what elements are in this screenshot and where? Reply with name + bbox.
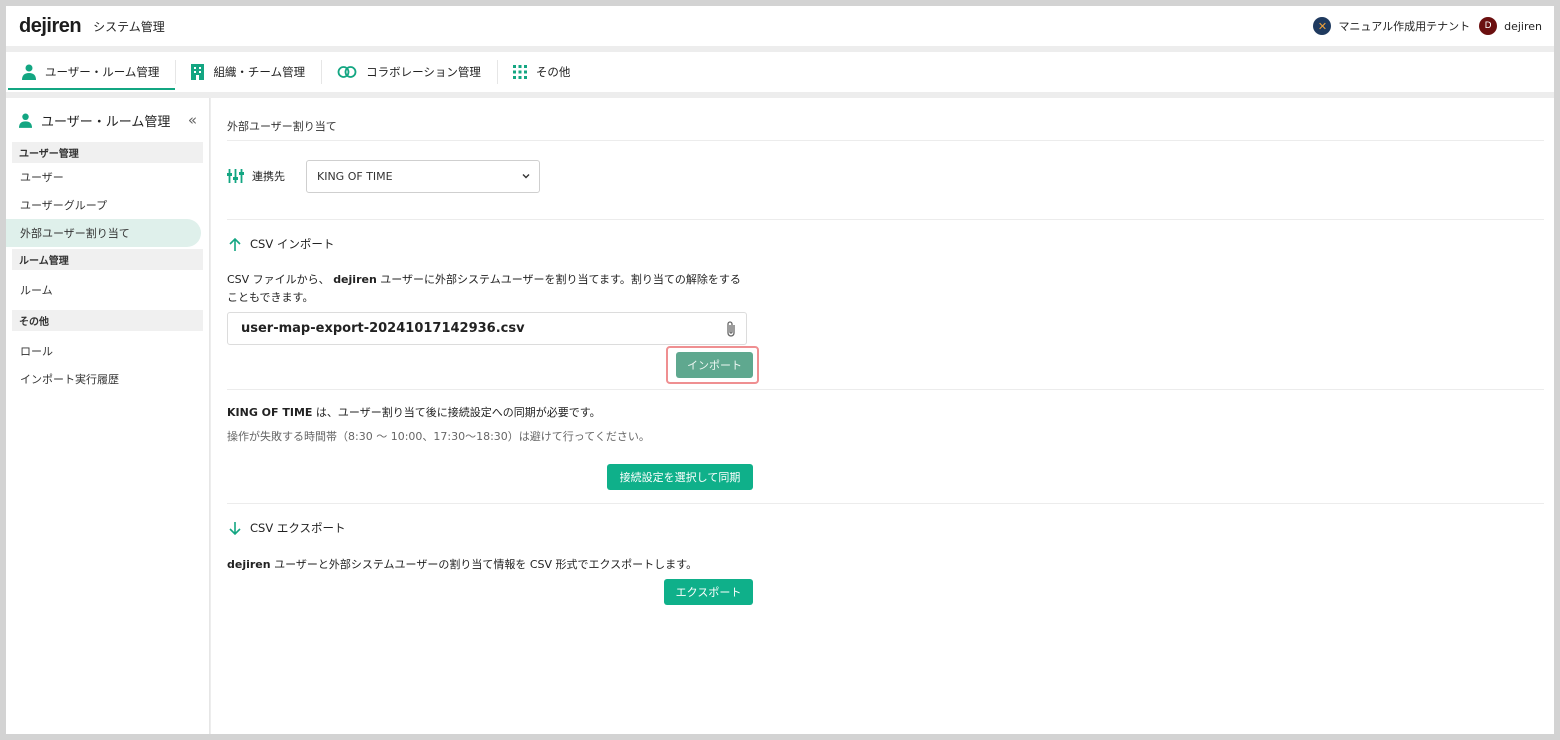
export-desc-text: ユーザーと外部システムユーザーの割り当て情報を CSV 形式でエクスポートします… [270, 558, 698, 571]
tab-other[interactable]: その他 [496, 52, 587, 92]
link-rings-icon [337, 66, 357, 78]
sidebar-section-user: ユーザー管理 [12, 142, 203, 163]
csv-export-title: CSV エクスポート [229, 520, 346, 536]
connection-selected-value: KING OF TIME [317, 170, 393, 183]
app-frame: dejiren システム管理 ✕ マニュアル作成用テナント D dejiren … [6, 6, 1554, 734]
connection-select[interactable]: KING OF TIME [306, 160, 540, 193]
desc-bold: dejiren [333, 273, 377, 286]
tab-label: コラボレーション管理 [366, 65, 481, 79]
sidebar-section-room: ルーム管理 [12, 249, 203, 270]
app-header: dejiren システム管理 ✕ マニュアル作成用テナント D dejiren [6, 6, 1554, 46]
person-icon [19, 113, 32, 128]
sidebar-item-external-user-assign[interactable]: 外部ユーザー割り当て [6, 219, 201, 247]
app-title: システム管理 [93, 19, 165, 34]
tab-collaboration[interactable]: コラボレーション管理 [321, 52, 497, 92]
tab-user-room[interactable]: ユーザー・ルーム管理 [6, 52, 176, 92]
connection-label-row: 連携先 [227, 168, 285, 184]
divider [227, 140, 1544, 141]
export-button[interactable]: エクスポート [664, 579, 753, 605]
sidebar-item-rooms[interactable]: ルーム [6, 276, 201, 304]
tenant-icon[interactable]: ✕ [1313, 17, 1332, 35]
sync-button[interactable]: 接続設定を選択して同期 [607, 464, 753, 490]
sync-note: KING OF TIME は、ユーザー割り当て後に接続設定への同期が必要です。 [227, 404, 601, 420]
tab-label: その他 [535, 65, 571, 79]
main-panel: 外部ユーザー割り当て 連携先 KING OF TIME CSV インポート CS… [211, 98, 1554, 734]
sidebar-item-user-groups[interactable]: ユーザーグループ [6, 191, 201, 219]
header-right: ✕ マニュアル作成用テナント D dejiren [1313, 17, 1542, 35]
tab-org-team[interactable]: 組織・チーム管理 [175, 52, 321, 92]
paperclip-icon[interactable] [725, 320, 737, 338]
desc-text: CSV ファイルから、 [227, 273, 334, 286]
sidebar-section-other: その他 [12, 310, 203, 331]
logo[interactable]: dejiren [19, 15, 82, 38]
connection-label: 連携先 [252, 170, 285, 183]
sidebar-item-users[interactable]: ユーザー [6, 163, 201, 191]
sidebar-item-roles[interactable]: ロール [6, 337, 201, 365]
breadcrumb: 外部ユーザー割り当て [227, 120, 337, 133]
chevron-down-icon [522, 174, 530, 179]
sidebar-title: ユーザー・ルーム管理 [41, 114, 171, 130]
csv-import-title: CSV インポート [229, 236, 334, 252]
sliders-icon [227, 169, 244, 183]
user-name[interactable]: dejiren [1504, 20, 1542, 33]
sync-note-text: は、ユーザー割り当て後に接続設定への同期が必要です。 [312, 406, 601, 419]
tab-label: ユーザー・ルーム管理 [45, 65, 160, 79]
sync-warning: 操作が失敗する時間帯（8:30 ～ 10:00、17:30～18:30）は避けて… [227, 430, 650, 443]
csv-export-description: dejiren ユーザーと外部システムユーザーの割り当て情報を CSV 形式でエ… [227, 556, 697, 572]
divider [227, 219, 1544, 220]
divider [227, 389, 1544, 390]
tenant-name[interactable]: マニュアル作成用テナント [1338, 18, 1470, 34]
tab-label: 組織・チーム管理 [213, 65, 306, 79]
csv-file-name: user-map-export-20241017142936.csv [241, 321, 525, 336]
sidebar-header: ユーザー・ルーム管理 « [6, 98, 209, 142]
building-icon [191, 64, 205, 80]
top-nav: ユーザー・ルーム管理 組織・チーム管理 コラボレーション管理 その他 [6, 52, 1554, 92]
csv-import-title-text: CSV インポート [250, 237, 335, 251]
collapse-icon[interactable]: « [188, 111, 197, 129]
sidebar: ユーザー・ルーム管理 « ユーザー管理 ユーザー ユーザーグループ 外部ユーザー… [6, 98, 210, 734]
divider [227, 503, 1544, 504]
person-icon [22, 64, 36, 80]
sidebar-item-import-history[interactable]: インポート実行履歴 [6, 365, 201, 393]
csv-import-description: CSV ファイルから、 dejiren ユーザーに外部システムユーザーを割り当て… [227, 271, 747, 307]
export-desc-bold: dejiren [227, 558, 271, 571]
import-button[interactable]: インポート [676, 352, 753, 378]
arrow-up-icon [229, 237, 241, 251]
sync-note-bold: KING OF TIME [227, 406, 313, 419]
grid-dots-icon [512, 65, 527, 79]
avatar[interactable]: D [1479, 17, 1498, 35]
arrow-down-icon [229, 521, 241, 535]
csv-export-title-text: CSV エクスポート [250, 521, 346, 535]
csv-file-input[interactable]: user-map-export-20241017142936.csv [227, 312, 747, 345]
